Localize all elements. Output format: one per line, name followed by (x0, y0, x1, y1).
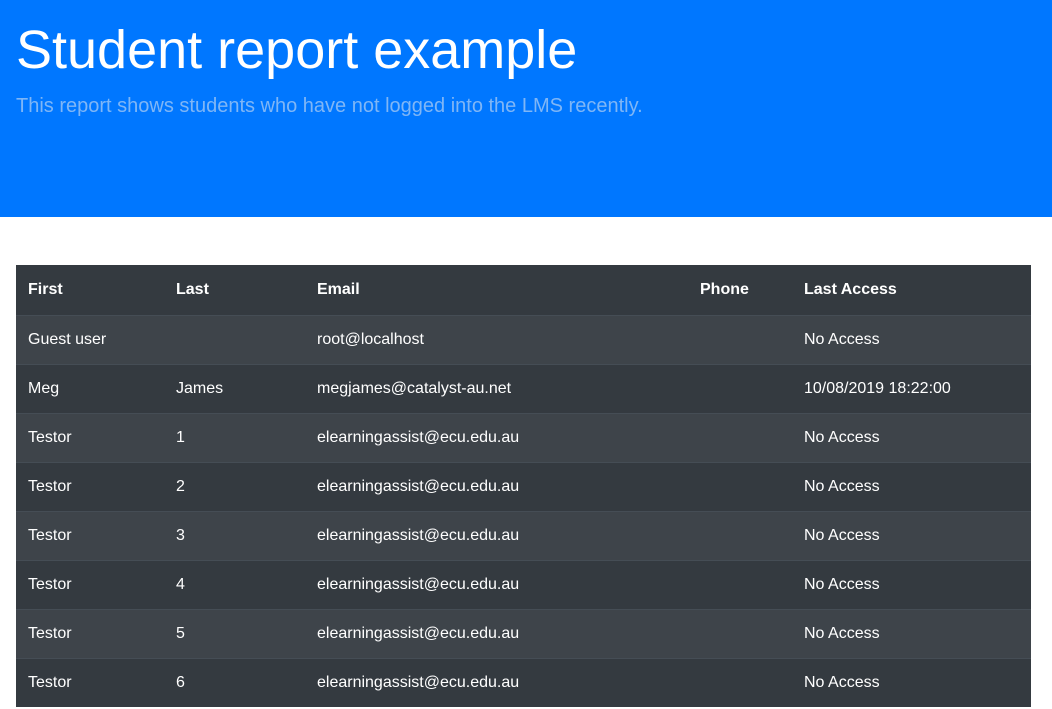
column-header-last: Last (176, 280, 209, 298)
cell-last-access: No Access (804, 477, 880, 495)
table-body: Guest user root@localhost No Access Meg Jame… (16, 315, 1031, 707)
cell-email: elearningassist@ecu.edu.au (317, 477, 520, 495)
table-row: Testor 1 elearningassist@ecu.edu.au No Acce… (16, 413, 1031, 462)
cell-phone (688, 658, 792, 707)
cell-last (164, 315, 305, 364)
cell-last-access: No Access (804, 575, 880, 593)
cell-phone (688, 462, 792, 511)
page-title: Student report example (16, 20, 578, 80)
cell-phone (688, 315, 792, 364)
student-report-table: First Last Email Phone Last Access Guest… (16, 265, 1031, 707)
table-row: Testor 3 elearningassist@ecu.edu.au No Acce… (16, 511, 1031, 560)
cell-email: elearningassist@ecu.edu.au (317, 575, 520, 593)
table-row: Testor 5 elearningassist@ecu.edu.au No Acce… (16, 609, 1031, 658)
table-header-row: First Last Email Phone Last Access (16, 265, 1031, 315)
cell-last: 5 (176, 624, 185, 642)
page-header: Student report example This report shows… (0, 0, 1052, 217)
table-row: Meg James megjames@catalyst-au.net 10/08/20… (16, 364, 1031, 413)
page-subtitle: This report shows students who have not … (16, 95, 643, 117)
table-row: Testor 2 elearningassist@ecu.edu.au No Acce… (16, 462, 1031, 511)
cell-email: elearningassist@ecu.edu.au (317, 428, 520, 446)
cell-last-access: 10/08/2019 18:22:00 (804, 379, 951, 397)
cell-email: elearningassist@ecu.edu.au (317, 673, 520, 691)
cell-last: 3 (176, 526, 185, 544)
cell-last: 1 (176, 428, 185, 446)
column-header-last-access: Last Access (804, 280, 897, 298)
cell-phone (688, 413, 792, 462)
table-row: Guest user root@localhost No Access (16, 315, 1031, 364)
cell-last-access: No Access (804, 330, 880, 348)
cell-last-access: No Access (804, 624, 880, 642)
cell-email: root@localhost (317, 330, 424, 348)
cell-last: 6 (176, 673, 185, 691)
cell-first: Meg (28, 379, 60, 397)
cell-first: Testor (28, 526, 72, 544)
cell-first: Testor (28, 575, 72, 593)
cell-phone (688, 364, 792, 413)
table-row: Testor 4 elearningassist@ecu.edu.au No Acce… (16, 560, 1031, 609)
cell-first: Testor (28, 428, 72, 446)
cell-last: 4 (176, 575, 185, 593)
cell-first: Testor (28, 673, 72, 691)
cell-first: Testor (28, 477, 72, 495)
cell-email: megjames@catalyst-au.net (317, 379, 512, 397)
cell-phone (688, 609, 792, 658)
cell-email: elearningassist@ecu.edu.au (317, 526, 520, 544)
cell-email: elearningassist@ecu.edu.au (317, 624, 520, 642)
table-row: Testor 6 elearningassist@ecu.edu.au No Acce… (16, 658, 1031, 707)
cell-first: Testor (28, 624, 72, 642)
cell-first: Guest user (28, 330, 107, 348)
column-header-first: First (28, 280, 63, 298)
cell-last: James (176, 379, 224, 397)
cell-last-access: No Access (804, 673, 880, 691)
cell-phone (688, 511, 792, 560)
cell-last: 2 (176, 477, 185, 495)
cell-phone (688, 560, 792, 609)
column-header-email: Email (317, 280, 360, 298)
cell-last-access: No Access (804, 428, 880, 446)
cell-last-access: No Access (804, 526, 880, 544)
column-header-phone: Phone (700, 280, 749, 298)
